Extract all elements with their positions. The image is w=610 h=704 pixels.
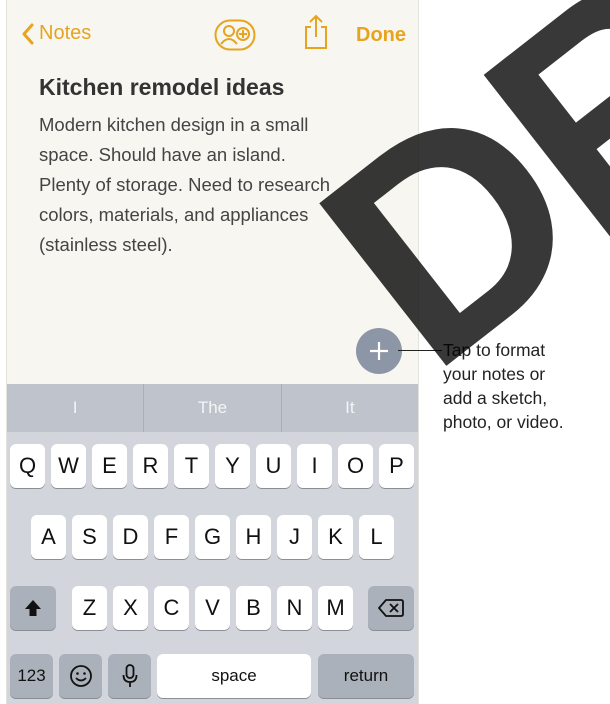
key-o[interactable]: O	[338, 444, 373, 488]
numbers-key[interactable]: 123	[10, 654, 53, 698]
key-y[interactable]: Y	[215, 444, 250, 488]
done-button[interactable]: Done	[356, 24, 406, 47]
callout-line-text: Tap to format	[443, 340, 546, 360]
key-w[interactable]: W	[51, 444, 86, 488]
key-k[interactable]: K	[318, 515, 353, 559]
note-line: Plenty of storage. Need to research	[39, 174, 331, 195]
chevron-left-icon	[22, 23, 34, 44]
smiley-icon	[69, 665, 92, 687]
key-g[interactable]: G	[195, 515, 230, 559]
key-r[interactable]: R	[133, 444, 168, 488]
delete-key[interactable]	[368, 586, 414, 630]
key-z[interactable]: Z	[72, 586, 107, 630]
suggestion[interactable]: The	[144, 384, 282, 432]
callout-text: Tap to format your notes or add a sketch…	[443, 338, 608, 434]
note-line: Modern kitchen design in a small	[39, 114, 309, 135]
callout-line-text: your notes or	[443, 364, 546, 384]
shift-arrow-icon	[25, 600, 41, 616]
callout-line-text: add a sketch,	[443, 388, 548, 408]
space-key[interactable]: space	[157, 654, 311, 698]
key-f[interactable]: F	[154, 515, 189, 559]
note-title[interactable]: Kitchen remodel ideas	[39, 74, 284, 101]
note-body[interactable]: Modern kitchen design in a small space. …	[39, 110, 399, 260]
back-button[interactable]: Notes	[21, 22, 91, 45]
suggestion[interactable]: I	[7, 384, 145, 432]
add-people-icon[interactable]	[214, 19, 256, 56]
key-v[interactable]: V	[195, 586, 230, 630]
key-c[interactable]: C	[154, 586, 189, 630]
key-t[interactable]: T	[174, 444, 209, 488]
key-s[interactable]: S	[72, 515, 107, 559]
format-button[interactable]	[356, 328, 402, 374]
emoji-key[interactable]	[59, 654, 102, 698]
microphone-icon	[122, 664, 137, 687]
key-q[interactable]: Q	[10, 444, 45, 488]
key-m[interactable]: M	[318, 586, 353, 630]
key-x[interactable]: X	[113, 586, 148, 630]
key-j[interactable]: J	[277, 515, 312, 559]
key-e[interactable]: E	[92, 444, 127, 488]
suggestion[interactable]: It	[282, 384, 418, 432]
callout-line-text: photo, or video.	[443, 412, 564, 432]
key-i[interactable]: I	[297, 444, 332, 488]
backspace-icon	[378, 599, 404, 617]
key-h[interactable]: H	[236, 515, 271, 559]
plus-icon	[370, 342, 388, 360]
note-line: colors, materials, and appliances	[39, 204, 309, 225]
shift-key[interactable]	[10, 586, 56, 630]
share-icon[interactable]	[303, 14, 329, 55]
key-n[interactable]: N	[277, 586, 312, 630]
key-b[interactable]: B	[236, 586, 271, 630]
key-p[interactable]: P	[379, 444, 414, 488]
key-a[interactable]: A	[31, 515, 66, 559]
note-line: space. Should have an island.	[39, 144, 286, 165]
callout-line	[398, 350, 442, 351]
key-u[interactable]: U	[256, 444, 291, 488]
key-l[interactable]: L	[359, 515, 394, 559]
keyboard: I The It Q W E R T Y U I O P A S D F G H…	[7, 384, 418, 704]
return-key[interactable]: return	[318, 654, 414, 698]
dictation-key[interactable]	[108, 654, 151, 698]
notes-screen: Notes Done Kitchen remodel ideas Modern …	[6, 0, 419, 704]
note-line: (stainless steel).	[39, 234, 173, 255]
back-label: Notes	[39, 22, 92, 44]
key-d[interactable]: D	[113, 515, 148, 559]
suggestion-bar: I The It	[7, 384, 418, 432]
navigation-bar: Notes Done	[7, 0, 418, 70]
